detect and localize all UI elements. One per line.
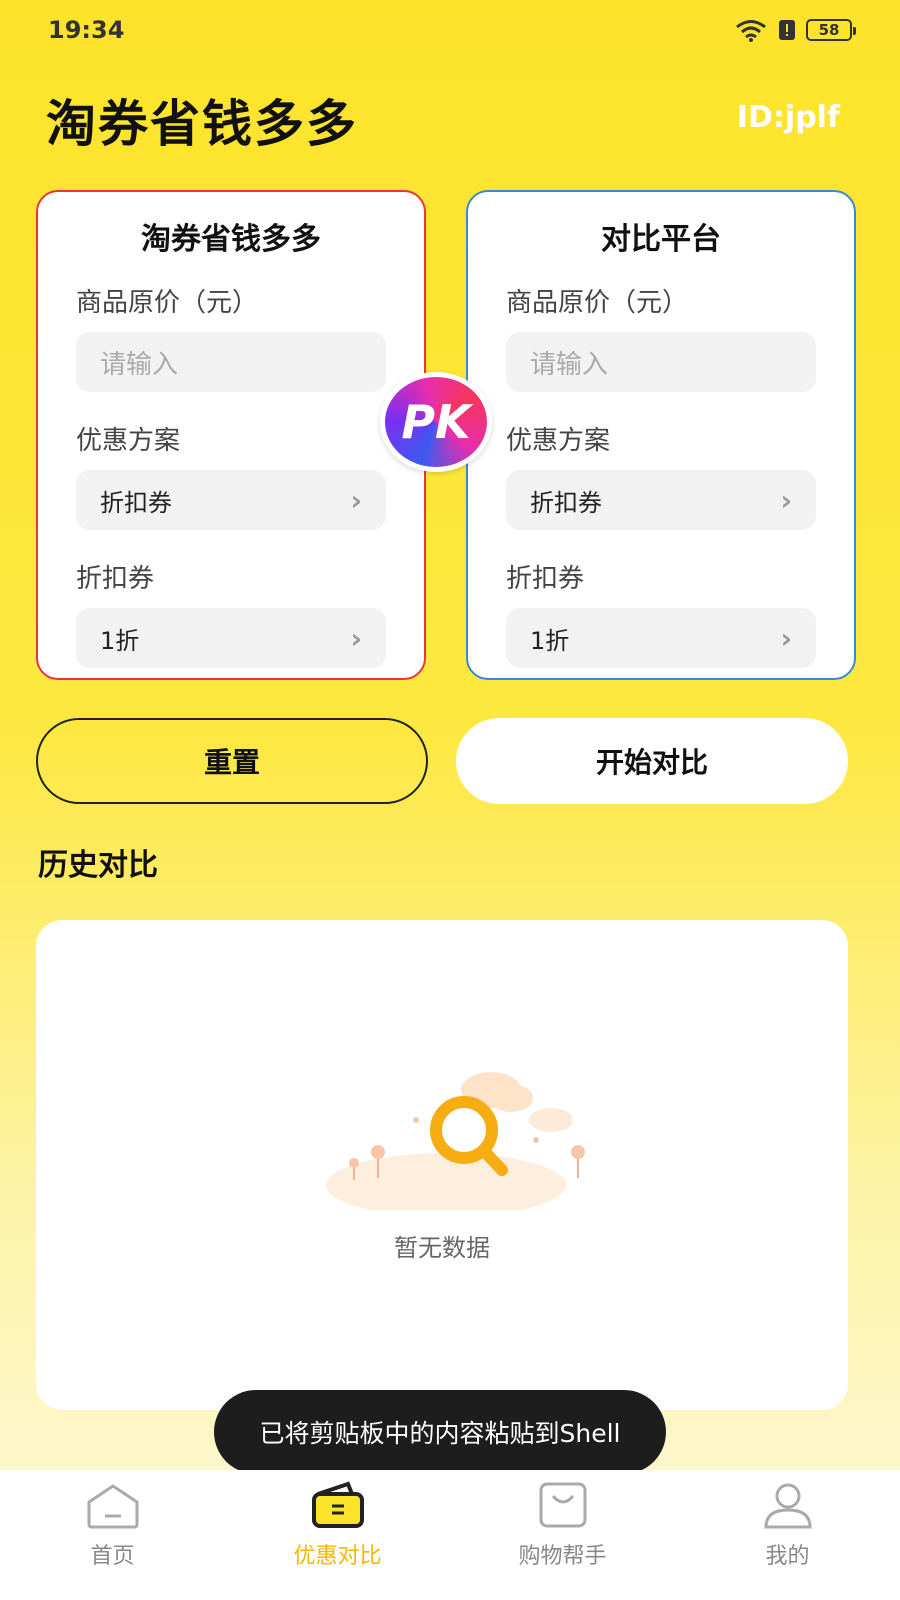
coupon-label: 折扣券 [506, 564, 585, 594]
nav-label: 首页 [90, 1544, 135, 1569]
coupon-value: 1折 [100, 626, 140, 655]
card-title: 淘券省钱多多 [141, 222, 321, 257]
chevron-right-icon: › [350, 483, 362, 517]
history-title: 历史对比 [38, 848, 158, 883]
history-panel: 暂无数据 [36, 920, 848, 1410]
platform-card-right: 对比平台 商品原价（元） 请输入 优惠方案 折扣券 › 折扣券 1折 › [466, 190, 856, 680]
price-label: 商品原价（元） [76, 288, 259, 318]
plan-select[interactable]: 折扣券 › [506, 470, 816, 530]
battery-indicator: 58 [806, 19, 856, 41]
coupon-select[interactable]: 1折 › [506, 608, 816, 668]
user-id: ID:jplf [736, 100, 840, 135]
status-indicators: 58 [734, 18, 856, 42]
platform-card-left: 淘券省钱多多 商品原价（元） 请输入 优惠方案 折扣券 › 折扣券 1折 › [36, 190, 426, 680]
price-label: 商品原价（元） [506, 288, 689, 318]
start-compare-button[interactable]: 开始对比 [456, 718, 848, 804]
wallet-icon [311, 1481, 364, 1528]
pk-badge: PK [380, 372, 492, 472]
status-bar: 19:34 58 [0, 0, 900, 60]
plan-label: 优惠方案 [506, 426, 611, 456]
coupon-select[interactable]: 1折 › [76, 608, 386, 668]
empty-state-text: 暂无数据 [394, 1234, 490, 1262]
status-time: 19:34 [48, 16, 125, 44]
nav-label: 购物帮手 [518, 1544, 607, 1569]
reset-button[interactable]: 重置 [36, 718, 428, 804]
shopping-bag-icon [539, 1482, 586, 1528]
nav-label: 我的 [765, 1544, 810, 1569]
coupon-value: 1折 [530, 626, 570, 655]
app-title: 淘券省钱多多 [46, 95, 358, 153]
nav-item-profile[interactable]: 我的 [675, 1470, 900, 1600]
plan-label: 优惠方案 [76, 426, 181, 456]
bottom-nav: 首页 优惠对比 购物帮手 我的 [0, 1470, 900, 1600]
chevron-right-icon: › [780, 483, 792, 517]
empty-search-illustration [326, 1072, 585, 1210]
plan-value: 折扣券 [100, 488, 172, 517]
price-input[interactable]: 请输入 [506, 332, 816, 392]
plan-select[interactable]: 折扣券 › [76, 470, 386, 530]
chevron-right-icon: › [780, 621, 792, 655]
plan-value: 折扣券 [530, 488, 602, 517]
price-input[interactable]: 请输入 [76, 332, 386, 392]
nav-item-shopping-helper[interactable]: 购物帮手 [450, 1470, 675, 1600]
chevron-right-icon: › [350, 621, 362, 655]
nav-label: 优惠对比 [293, 1544, 382, 1569]
nav-item-home[interactable]: 首页 [0, 1470, 225, 1600]
nav-item-compare[interactable]: 优惠对比 [225, 1470, 450, 1600]
price-placeholder: 请输入 [530, 349, 609, 380]
home-icon [87, 1484, 138, 1529]
alert-icon [779, 20, 795, 40]
card-title: 对比平台 [601, 222, 721, 257]
price-placeholder: 请输入 [100, 349, 179, 380]
wifi-icon [736, 20, 766, 42]
user-icon [763, 1483, 812, 1529]
coupon-label: 折扣券 [76, 564, 155, 594]
toast-message: 已将剪贴板中的内容粘贴到Shell [214, 1390, 666, 1474]
